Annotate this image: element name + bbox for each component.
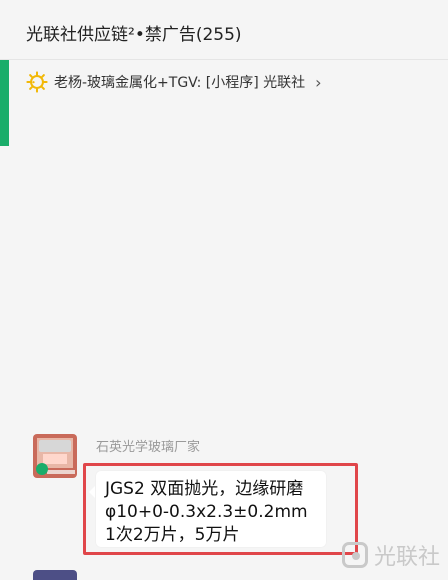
chat-header: 光联社供应链²•禁广告(255) [0, 0, 448, 60]
avatar-stamp-2 [43, 454, 67, 464]
sender-name: 石英光学玻璃厂家 [96, 440, 201, 455]
avatar[interactable] [33, 434, 77, 478]
sun-icon [26, 71, 48, 93]
message-bubble[interactable]: JGS2 双面抛光，边缘研磨 φ10+0-0.3x2.3±0.2mm 1次2万片… [89, 470, 327, 548]
pinned-notice[interactable]: 老杨-玻璃金属化+TGV: [小程序] 光联社 › [26, 70, 322, 94]
verified-badge-icon [36, 463, 48, 475]
chat-window: 光联社供应链²•禁广告(255) 老杨-玻璃金属化+TGV: [小程序] 光联社… [0, 0, 448, 580]
message-line-3: 1次2万片，5万片 [105, 525, 240, 545]
avatar-stamp [39, 440, 71, 452]
message-line-1: JGS2 双面抛光，边缘研磨 [105, 479, 304, 499]
watermark-logo-icon [341, 542, 368, 568]
chat-title[interactable]: 光联社供应链²•禁广告(255) [26, 20, 242, 45]
avatar-bar [47, 470, 75, 474]
selection-indicator [0, 60, 9, 146]
watermark-text: 光联社 [373, 545, 440, 570]
notice-text: 老杨-玻璃金属化+TGV: [小程序] 光联社 [54, 75, 306, 91]
chevron-right-icon[interactable]: › [315, 73, 321, 92]
message-line-2: φ10+0-0.3x2.3±0.2mm [105, 502, 308, 522]
watermark: 光联社 [341, 539, 440, 571]
